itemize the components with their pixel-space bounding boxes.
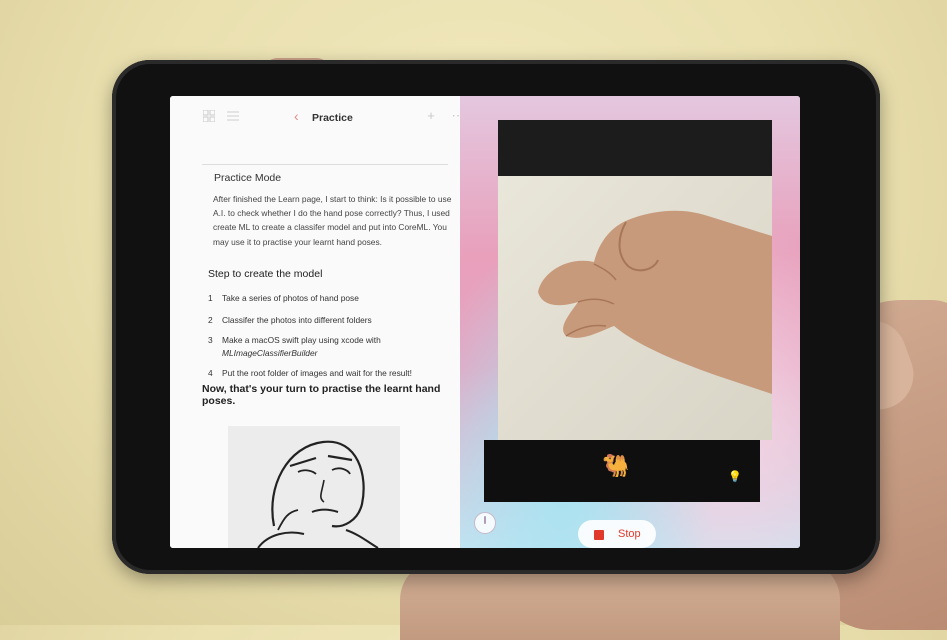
lightbulb-icon[interactable]: 💡 xyxy=(728,470,742,483)
step-text: Take a series of photos of hand pose xyxy=(222,293,359,303)
grid-icon[interactable] xyxy=(202,109,216,123)
ipad-screen: ‹ Practice + ⋯ Practice Mode After finis… xyxy=(170,96,800,548)
page-title: Practice xyxy=(312,112,353,124)
camel-icon: 🐫 xyxy=(602,453,630,478)
list-item: 3 Make a macOS swift play using xcode wi… xyxy=(208,334,448,358)
step-text: Classifer the photos into different fold… xyxy=(222,315,372,325)
call-to-action: Now, that's your turn to practise the le… xyxy=(202,383,441,407)
navbar: ‹ Practice + ⋯ xyxy=(170,96,465,138)
camera-letterbox xyxy=(498,120,772,176)
section-heading: Practice Mode xyxy=(214,172,282,184)
list-item: 1 Take a series of photos of hand pose xyxy=(208,292,448,305)
playground-page: ‹ Practice + ⋯ Practice Mode After finis… xyxy=(170,96,465,548)
plus-icon[interactable]: + xyxy=(424,109,438,122)
step-number: 4 xyxy=(208,368,213,378)
intro-paragraph: After finished the Learn page, I start t… xyxy=(213,194,452,247)
chevron-left-icon[interactable]: ‹ xyxy=(294,108,299,124)
camera-photo xyxy=(498,176,772,440)
step-text: Put the root folder of images and wait f… xyxy=(222,368,412,378)
stop-icon xyxy=(594,530,604,540)
list-item: 2 Classifer the photos into different fo… xyxy=(208,314,448,327)
step-number: 3 xyxy=(208,335,213,345)
steps-heading: Step to create the model xyxy=(208,268,323,280)
live-view: 🐫 💡 Stop xyxy=(460,96,800,548)
meme-image xyxy=(228,426,400,548)
speedometer-icon[interactable] xyxy=(474,512,496,534)
code-reference: MLImageClassifierBuilder xyxy=(222,348,318,358)
step-text: Make a macOS swift play using xcode with xyxy=(222,335,381,345)
step-number: 2 xyxy=(208,315,213,325)
divider xyxy=(202,164,448,165)
list-icon[interactable] xyxy=(226,110,240,122)
stop-label: Stop xyxy=(618,528,641,540)
step-number: 1 xyxy=(208,293,213,303)
list-item: 4 Put the root folder of images and wait… xyxy=(208,367,448,380)
camera-preview xyxy=(498,120,772,440)
prediction-bar: 🐫 💡 xyxy=(484,440,760,502)
stop-button[interactable]: Stop xyxy=(578,520,656,548)
